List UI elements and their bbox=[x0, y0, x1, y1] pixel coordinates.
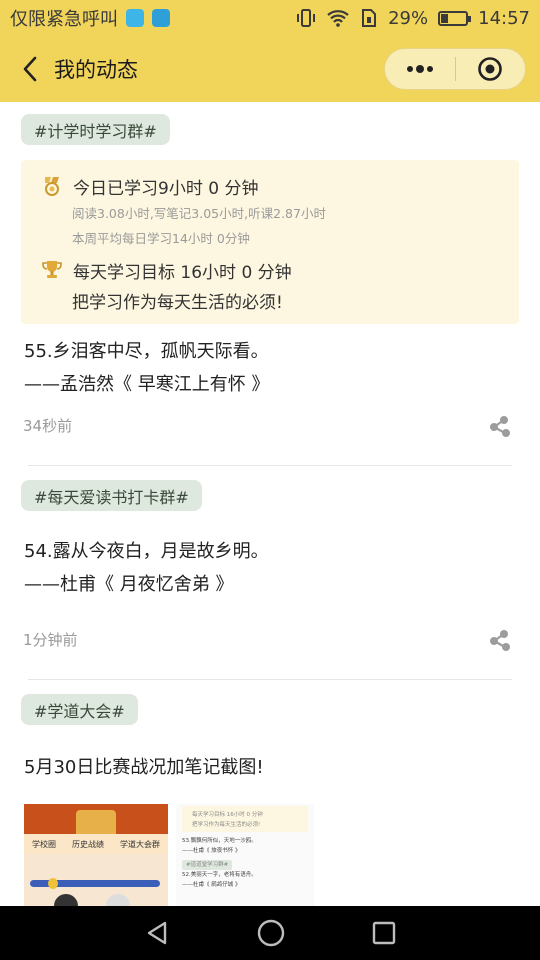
system-nav-bar bbox=[0, 906, 540, 960]
vibrate-icon bbox=[297, 9, 316, 27]
wifi-icon bbox=[327, 10, 349, 27]
battery-percent: 29% bbox=[388, 7, 429, 29]
status-bar: 仅限紧急呼叫 29% 14:57 bbox=[0, 0, 540, 36]
home-circle-icon[interactable] bbox=[256, 918, 286, 948]
post-image-thumbnail[interactable]: 学校圈 历史战绩 学道大会群 bbox=[24, 804, 168, 906]
study-stats-card: 今日已学习9小时 0 分钟 阅读3.08小时,写笔记3.05小时,听课2.87小… bbox=[21, 160, 519, 324]
share-icon[interactable] bbox=[488, 414, 512, 438]
close-miniapp-button[interactable] bbox=[456, 49, 526, 89]
study-breakdown-text: 阅读3.08小时,写笔记3.05小时,听课2.87小时 bbox=[72, 206, 326, 221]
post-divider bbox=[28, 679, 512, 680]
thumb-line: 53.飘飘何所似，天地一沙鸥。 bbox=[182, 838, 257, 844]
recents-square-icon[interactable] bbox=[371, 920, 397, 946]
post-time: 1分钟前 bbox=[23, 631, 78, 649]
post-text-line: 5月30日比赛战况加笔记截图! bbox=[24, 757, 264, 778]
today-study-text: 今日已学习9小时 0 分钟 bbox=[73, 179, 259, 199]
miniapp-capsule bbox=[384, 48, 526, 90]
app-notification-icon bbox=[126, 9, 144, 27]
thumb-line: ——杜甫《 旅夜书怀 》 bbox=[182, 848, 241, 854]
target-circle-icon bbox=[478, 57, 503, 81]
post-image-thumbnail[interactable]: 每天学习目标 16小时 0 分钟 把学习作为每天生活的必须! 53.飘飘何所似，… bbox=[176, 804, 314, 906]
medal-icon bbox=[45, 177, 59, 196]
thumb-tab: 学道大会群 bbox=[120, 839, 160, 849]
post-divider bbox=[28, 465, 512, 466]
post-text-line: ——杜甫《 月夜忆舍弟 》 bbox=[24, 574, 234, 595]
picture-notification-icon bbox=[152, 9, 170, 27]
thumb-line: #道道堂学习群# bbox=[182, 860, 233, 870]
navigation-header: 我的动态 bbox=[0, 36, 540, 102]
carrier-text: 仅限紧急呼叫 bbox=[10, 9, 118, 30]
feed[interactable]: #计学时学习群# 今日已学习9小时 0 分钟 阅读3.08小时,写笔记3.05小… bbox=[0, 102, 540, 906]
battery-icon bbox=[438, 10, 472, 26]
weekly-average-text: 本周平均每日学习14小时 0分钟 bbox=[72, 231, 250, 246]
thumb-line: 52.美丽天一字，老将有语舟。 bbox=[182, 872, 257, 878]
back-button[interactable] bbox=[10, 49, 50, 89]
thumb-line: 把学习作为每天生活的必须! bbox=[192, 822, 261, 828]
more-dots-icon bbox=[406, 65, 433, 73]
daily-goal-text: 每天学习目标 16小时 0 分钟 bbox=[73, 263, 292, 283]
chevron-left-icon bbox=[23, 56, 37, 82]
more-menu-button[interactable] bbox=[385, 49, 455, 89]
thumb-tab: 学校圈 bbox=[32, 839, 56, 849]
page-title: 我的动态 bbox=[54, 58, 138, 82]
post-text-line: 54.露从今夜白，月是故乡明。 bbox=[24, 541, 269, 562]
trophy-icon bbox=[42, 261, 62, 278]
thumb-line: 每天学习目标 16小时 0 分钟 bbox=[192, 812, 263, 818]
group-tag[interactable]: #计学时学习群# bbox=[21, 114, 170, 145]
group-tag[interactable]: #学道大会# bbox=[21, 694, 138, 725]
sim-icon bbox=[362, 9, 377, 27]
post-text-line: 55.乡泪客中尽，孤帆天际看。 bbox=[24, 341, 269, 362]
share-icon[interactable] bbox=[488, 628, 512, 652]
post-text-line: ——孟浩然《 早寒江上有怀 》 bbox=[24, 374, 270, 395]
thumb-tab: 历史战绩 bbox=[72, 839, 104, 849]
motto-text: 把学习作为每天生活的必须! bbox=[72, 293, 283, 313]
post-time: 34秒前 bbox=[23, 417, 73, 435]
clock: 14:57 bbox=[478, 7, 530, 29]
back-triangle-icon[interactable] bbox=[143, 919, 171, 947]
thumb-line: ——杜甫《 鹧鸪仔城 》 bbox=[182, 882, 241, 888]
group-tag[interactable]: #每天爱读书打卡群# bbox=[21, 480, 202, 511]
